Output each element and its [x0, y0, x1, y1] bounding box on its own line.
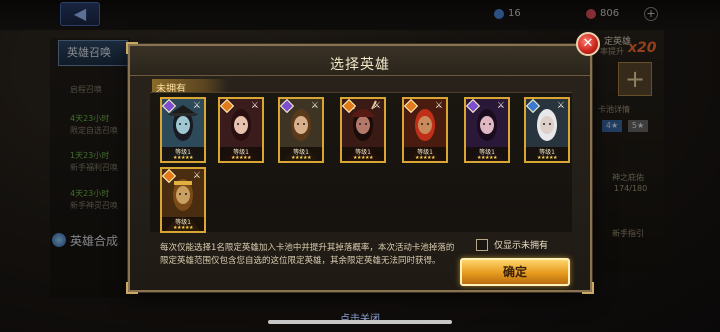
dialog-header: 选择英雄 — [130, 46, 590, 76]
hero-stars: ★★★★★ — [291, 155, 311, 161]
hero-stars: ★★★★★ — [173, 155, 193, 161]
hero-card[interactable]: ⚔ 等级1 ★★★★★ — [340, 97, 386, 163]
weapon-icon: ⚔ — [192, 101, 201, 111]
close-dialog-button[interactable]: ✕ — [576, 32, 600, 56]
hero-grid: ⚔ 等级1 ★★★★★ ⚔ 等级1 ★★★★★ ⚔ 等级1 ★★★★★ ⚔ 等级… — [150, 92, 572, 233]
hero-card[interactable]: ⚔ 等级1 ★★★★★ — [160, 97, 206, 163]
weapon-icon: ⚔ — [434, 101, 443, 111]
description-text: 每次仅能选择1名限定英雄加入卡池中并提升其掉落概率，本次活动卡池掉落的限定英雄范… — [160, 243, 455, 266]
hero-card[interactable]: ⚔ 等级1 ★★★★★ — [160, 167, 206, 233]
hero-stars: ★★★★★ — [173, 225, 193, 231]
hero-card[interactable]: ⚔ 等级1 ★★★★★ — [402, 97, 448, 163]
weapon-icon: ⚔ — [192, 171, 201, 181]
frame-corner — [582, 282, 594, 294]
hero-card[interactable]: ⚔ 等级1 ★★★★★ — [464, 97, 510, 163]
checkbox-label: 仅显示未拥有 — [494, 241, 549, 251]
select-hero-dialog: 选择英雄 未拥有 ⚔ 等级1 ★★★★★ ⚔ 等级1 ★★★★★ ⚔ 等级1 ★… — [126, 42, 594, 294]
hero-card[interactable]: ⚔ 等级1 ★★★★★ — [278, 97, 324, 163]
checkbox[interactable] — [476, 238, 488, 251]
weapon-icon: ⚔ — [250, 101, 259, 111]
hero-stars: ★★★★★ — [231, 155, 251, 161]
hero-card[interactable]: ⚔ 等级1 ★★★★★ — [524, 97, 570, 163]
filter-not-owned[interactable]: 仅显示未拥有 — [476, 238, 548, 251]
close-icon: ✕ — [582, 36, 594, 51]
weapon-icon: ⚔ — [372, 101, 381, 111]
hero-stars: ★★★★★ — [353, 155, 373, 161]
dialog-title: 选择英雄 — [330, 57, 390, 73]
weapon-icon: ⚔ — [496, 101, 505, 111]
hero-stars: ★★★★★ — [537, 155, 557, 161]
confirm-button[interactable]: 确定 — [460, 258, 570, 286]
section-not-owned: 未拥有 — [152, 79, 228, 95]
weapon-icon: ⚔ — [310, 101, 319, 111]
hero-stars: ★★★★★ — [415, 155, 435, 161]
frame-corner — [126, 282, 138, 294]
hero-stars: ★★★★★ — [477, 155, 497, 161]
home-indicator[interactable] — [268, 320, 452, 324]
hero-card[interactable]: ⚔ 等级1 ★★★★★ — [218, 97, 264, 163]
weapon-icon: ⚔ — [556, 101, 565, 111]
